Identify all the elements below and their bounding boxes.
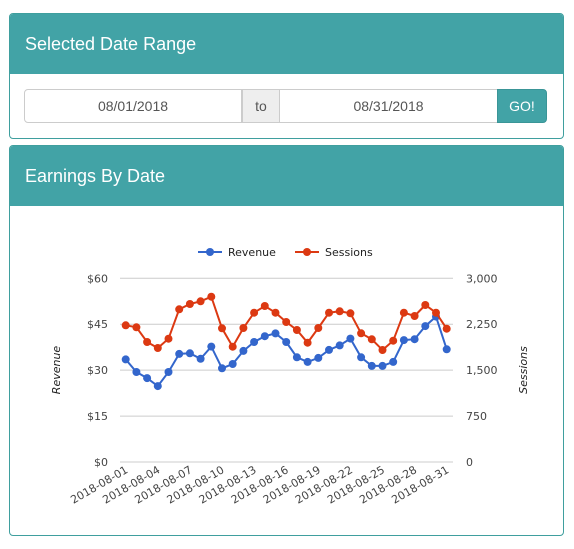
- revenue-point[interactable]: [250, 338, 259, 346]
- revenue-point[interactable]: [164, 368, 173, 376]
- revenue-point[interactable]: [121, 355, 130, 364]
- revenue-point[interactable]: [143, 374, 152, 383]
- legend-sessions-marker: [303, 248, 311, 256]
- sessions-point[interactable]: [357, 329, 366, 338]
- revenue-point[interactable]: [185, 349, 194, 358]
- sessions-point[interactable]: [175, 305, 184, 314]
- revenue-point[interactable]: [314, 353, 323, 362]
- sessions-point[interactable]: [410, 312, 419, 320]
- left-tick-label: $60: [87, 272, 108, 285]
- left-axis-ticks: $0 $15 $30 $45 $60: [87, 272, 108, 469]
- sessions-point[interactable]: [250, 308, 259, 317]
- revenue-point[interactable]: [325, 345, 333, 354]
- revenue-point[interactable]: [132, 368, 141, 376]
- revenue-point[interactable]: [399, 336, 408, 345]
- sessions-point[interactable]: [164, 334, 173, 343]
- right-axis-ticks: 0 750 1,500 2,250 3,000: [466, 272, 498, 469]
- revenue-point[interactable]: [271, 329, 280, 338]
- revenue-point[interactable]: [239, 346, 248, 355]
- series-layer: [121, 292, 451, 391]
- revenue-point[interactable]: [196, 354, 205, 363]
- left-tick-label: $0: [94, 456, 108, 469]
- right-tick-label: 0: [466, 456, 473, 469]
- sessions-point[interactable]: [432, 308, 440, 317]
- sessions-point[interactable]: [442, 324, 451, 333]
- sessions-point[interactable]: [239, 324, 248, 332]
- sessions-point[interactable]: [335, 307, 344, 316]
- legend-sessions-label[interactable]: Sessions: [325, 246, 373, 259]
- revenue-point[interactable]: [346, 334, 355, 343]
- sessions-point[interactable]: [185, 300, 194, 308]
- left-axis-title: Revenue: [50, 346, 63, 395]
- revenue-point[interactable]: [410, 335, 419, 344]
- sessions-point[interactable]: [260, 302, 269, 310]
- right-tick-label: 750: [466, 410, 487, 423]
- sessions-point[interactable]: [121, 321, 130, 330]
- sessions-point[interactable]: [271, 308, 280, 317]
- sessions-point[interactable]: [399, 308, 408, 317]
- sessions-point[interactable]: [314, 324, 323, 332]
- revenue-point[interactable]: [260, 332, 269, 341]
- revenue-point[interactable]: [421, 322, 430, 331]
- sessions-point[interactable]: [292, 326, 301, 334]
- sessions-point[interactable]: [196, 297, 205, 306]
- earnings-chart: $0 $15 $30 $45 $60 0 750 1,500 2,250 3,000 2018-…: [50, 246, 530, 507]
- sessions-point[interactable]: [132, 323, 141, 332]
- revenue-point[interactable]: [218, 364, 226, 373]
- right-tick-label: 3,000: [466, 272, 498, 285]
- legend-revenue-label[interactable]: Revenue: [228, 246, 276, 259]
- revenue-point[interactable]: [207, 342, 216, 351]
- right-tick-label: 2,250: [466, 318, 498, 331]
- legend: Revenue Sessions: [198, 246, 373, 259]
- sessions-point[interactable]: [143, 338, 152, 346]
- sessions-point[interactable]: [367, 335, 376, 344]
- revenue-point[interactable]: [442, 345, 451, 354]
- legend-revenue-marker: [206, 248, 214, 256]
- sessions-point[interactable]: [303, 338, 312, 347]
- right-axis-title: Sessions: [517, 346, 530, 394]
- left-tick-label: $30: [87, 364, 108, 377]
- right-tick-label: 1,500: [466, 364, 498, 377]
- revenue-point[interactable]: [378, 361, 387, 370]
- revenue-point[interactable]: [389, 357, 398, 366]
- sessions-point[interactable]: [228, 342, 237, 351]
- left-tick-label: $45: [87, 318, 108, 331]
- revenue-point[interactable]: [335, 341, 344, 350]
- sessions-point[interactable]: [153, 344, 162, 352]
- revenue-point[interactable]: [292, 353, 301, 362]
- x-axis-ticks: 2018-08-012018-08-042018-08-072018-08-10…: [68, 463, 451, 506]
- revenue-point[interactable]: [228, 360, 237, 368]
- sessions-point[interactable]: [218, 324, 226, 333]
- sessions-point[interactable]: [389, 336, 398, 345]
- sessions-point[interactable]: [207, 292, 216, 301]
- revenue-point[interactable]: [303, 357, 312, 366]
- revenue-point[interactable]: [357, 353, 366, 362]
- sessions-point[interactable]: [346, 309, 355, 318]
- revenue-point[interactable]: [367, 361, 376, 370]
- sessions-point[interactable]: [421, 301, 430, 309]
- revenue-point[interactable]: [153, 382, 162, 391]
- revenue-point[interactable]: [175, 349, 184, 358]
- revenue-point[interactable]: [282, 338, 291, 346]
- sessions-point[interactable]: [378, 346, 387, 354]
- sessions-point[interactable]: [325, 308, 333, 317]
- sessions-point[interactable]: [282, 318, 291, 326]
- left-tick-label: $15: [87, 410, 108, 423]
